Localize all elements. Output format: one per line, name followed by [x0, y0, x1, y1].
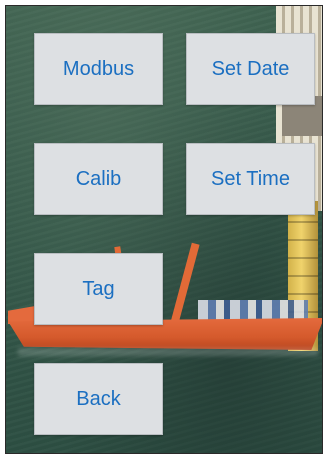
- device-frame: Modbus Set Date Calib Set Time Tag Back: [0, 0, 328, 459]
- set-time-button[interactable]: Set Time: [186, 143, 315, 215]
- modbus-button-label: Modbus: [62, 57, 135, 80]
- vessel-wake: [18, 348, 318, 356]
- set-time-button-label: Set Time: [211, 167, 290, 190]
- back-button[interactable]: Back: [34, 363, 163, 435]
- hmi-screen: Modbus Set Date Calib Set Time Tag Back: [5, 5, 323, 454]
- modbus-button[interactable]: Modbus: [34, 33, 163, 105]
- tag-button[interactable]: Tag: [34, 253, 163, 325]
- calib-button[interactable]: Calib: [34, 143, 163, 215]
- back-button-label: Back: [76, 387, 121, 410]
- tag-button-label: Tag: [82, 277, 115, 300]
- calib-button-label: Calib: [75, 167, 122, 190]
- set-date-button-label: Set Date: [211, 57, 290, 80]
- set-date-button[interactable]: Set Date: [186, 33, 315, 105]
